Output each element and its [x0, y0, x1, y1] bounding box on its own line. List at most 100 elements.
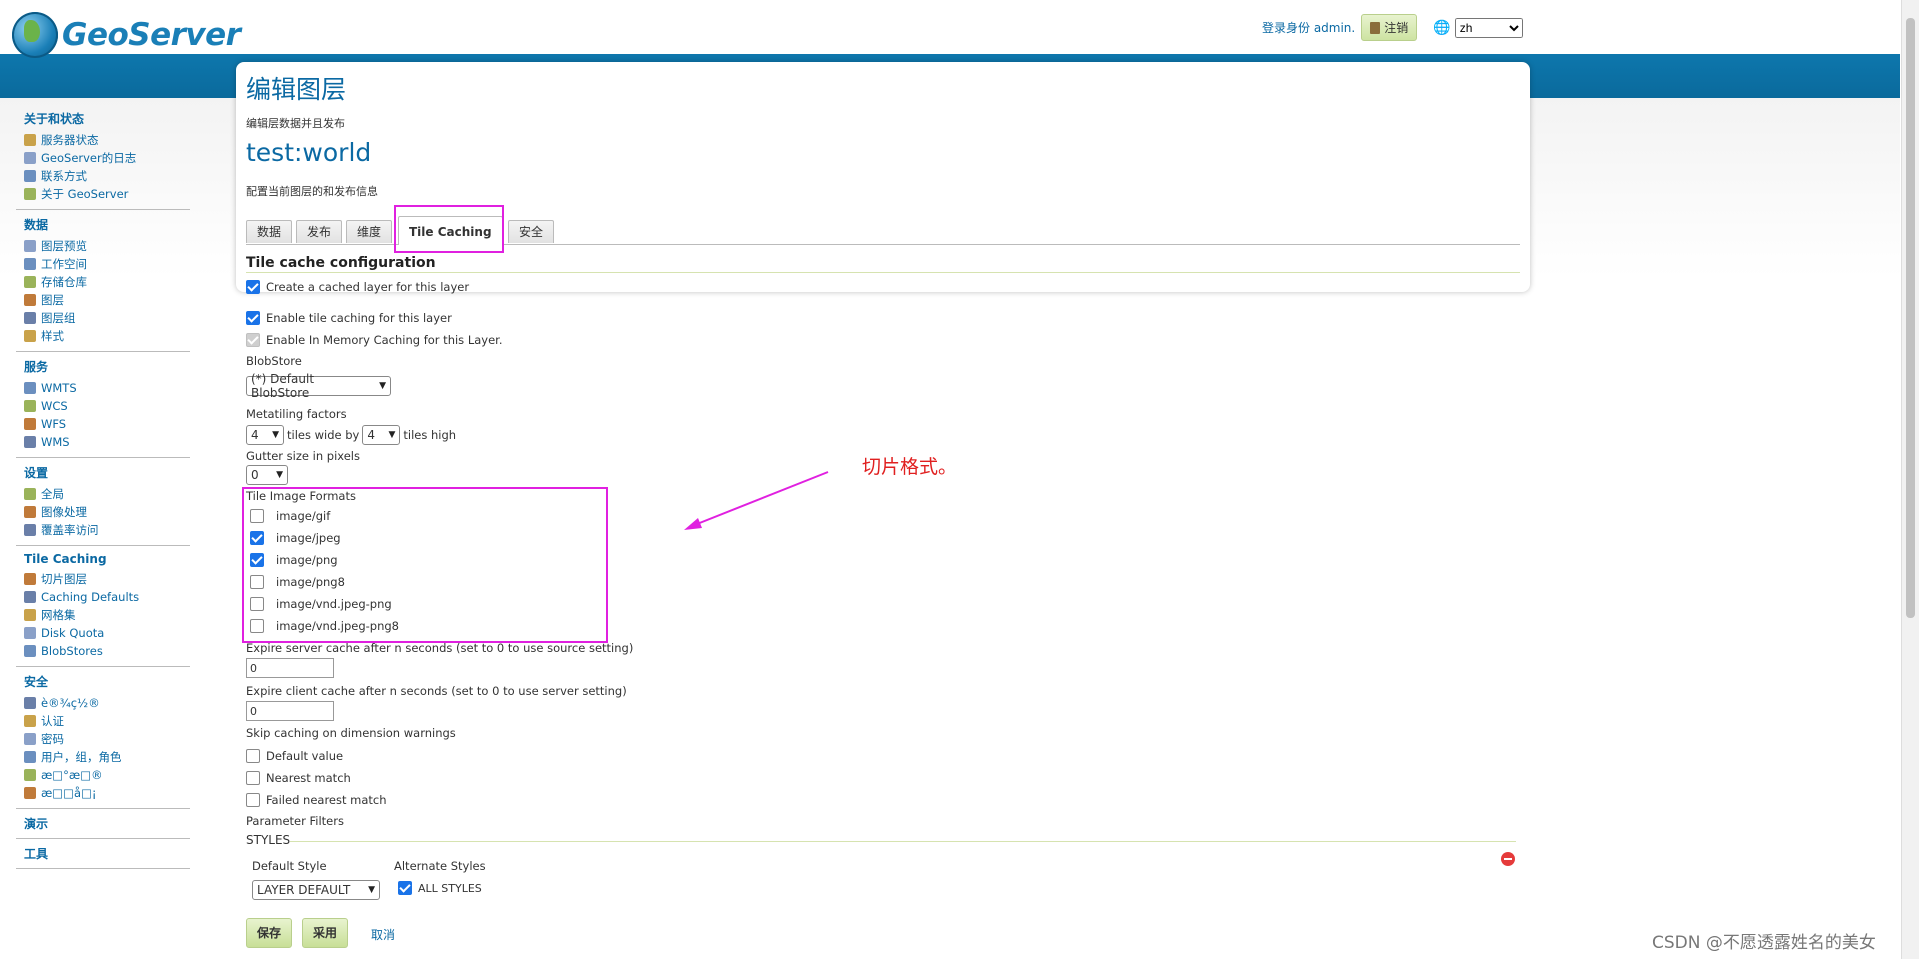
sidebar-item-label: 存储仓库 [41, 275, 87, 289]
sidebar-item[interactable]: 工作空间 [24, 255, 190, 273]
sidebar-item[interactable]: BlobStores [24, 642, 190, 660]
gutter-select[interactable]: 0 ▼ [246, 465, 288, 485]
all-styles-checkbox[interactable] [398, 881, 412, 895]
meta-high-select[interactable]: 4 ▼ [362, 425, 401, 445]
sidebar-item[interactable]: 服务器状态 [24, 131, 190, 149]
tiles-wide-by-label: tiles wide by [287, 428, 360, 442]
sidebar-section-title[interactable]: 演示 [24, 815, 190, 832]
sidebar-section-title[interactable]: 服务 [24, 358, 190, 375]
sidebar-item[interactable]: WCS [24, 397, 190, 415]
sidebar-item-icon [24, 240, 36, 252]
enable-caching-label: Enable tile caching for this layer [266, 311, 452, 325]
default-style-label: Default Style [252, 859, 327, 873]
sidebar-item[interactable]: WFS [24, 415, 190, 433]
sidebar-item[interactable]: 图层 [24, 291, 190, 309]
metatiling-row: 4 ▼ tiles wide by 4 ▼ tiles high [246, 425, 456, 445]
sidebar-item-icon [24, 573, 36, 585]
logout-icon [1370, 21, 1381, 34]
tab-publishing[interactable]: 发布 [296, 220, 343, 243]
sidebar-item[interactable]: 存储仓库 [24, 273, 190, 291]
skip-default-checkbox[interactable] [246, 749, 260, 763]
sidebar-item-label: 切片图层 [41, 572, 87, 586]
user-box: 登录身份 admin. 注销 🌐 zh [1262, 14, 1523, 41]
sidebar-section-tile-caching: Tile Caching 切片图层 Caching Defaults 网格集 Disk … [16, 552, 190, 667]
sidebar-item[interactable]: 样式 [24, 327, 190, 345]
sidebar-item-label: 网格集 [41, 608, 76, 622]
sidebar-section-title[interactable]: 关于和状态 [24, 110, 190, 127]
scrollbar[interactable] [1901, 0, 1919, 959]
skip-nearest-checkbox[interactable] [246, 771, 260, 785]
sidebar-item-icon [24, 751, 36, 763]
sidebar-item-label: 图层组 [41, 311, 76, 325]
chevron-down-icon: ▼ [379, 381, 386, 391]
expire-client-row: 0 [246, 701, 334, 721]
sidebar-item-icon [24, 294, 36, 306]
skip-default-label: Default value [266, 749, 344, 763]
sidebar-section-title[interactable]: Tile Caching [24, 552, 190, 566]
sidebar-item[interactable]: æ□□å□¡ [24, 784, 190, 802]
layer-name: test:world [246, 138, 372, 167]
sidebar-item[interactable]: 联系方式 [24, 167, 190, 185]
expire-client-input[interactable]: 0 [246, 701, 334, 721]
sidebar-item[interactable]: 用户，组，角色 [24, 748, 190, 766]
sidebar-item-label: GeoServer的日志 [41, 151, 137, 165]
sidebar-divider [16, 351, 190, 352]
sidebar-section-title[interactable]: 安全 [24, 673, 190, 690]
save-button[interactable]: 保存 [246, 918, 293, 948]
logout-button[interactable]: 注销 [1361, 14, 1418, 41]
enable-caching-checkbox[interactable] [246, 311, 260, 325]
sidebar-section-title[interactable]: 设置 [24, 464, 190, 481]
blobstore-select[interactable]: (*) Default BlobStore ▼ [246, 372, 391, 400]
sidebar-item[interactable]: 网格集 [24, 606, 190, 624]
sidebar-item[interactable]: 图像处理 [24, 503, 190, 521]
sidebar-item[interactable]: 图层组 [24, 309, 190, 327]
sidebar-section-title[interactable]: 数据 [24, 216, 190, 233]
sidebar-divider [16, 666, 190, 667]
param-filters-label: Parameter Filters [246, 814, 344, 828]
sidebar-item[interactable]: 密码 [24, 730, 190, 748]
sidebar-item-label: 联系方式 [41, 169, 87, 183]
tab-data[interactable]: 数据 [246, 220, 293, 243]
remove-filter-icon[interactable] [1501, 852, 1515, 866]
sidebar-item-icon [24, 627, 36, 639]
globe-small-icon: 🌐 [1433, 19, 1451, 36]
sidebar-item[interactable]: WMS [24, 433, 190, 451]
meta-wide-select[interactable]: 4 ▼ [246, 425, 284, 445]
sidebar-item-label: WCS [41, 399, 68, 413]
create-cached-checkbox[interactable] [246, 280, 260, 294]
expire-server-input[interactable]: 0 [246, 658, 334, 678]
expire-client-label: Expire client cache after n seconds (set… [246, 684, 627, 698]
sidebar-item-label: æ□□å□¡ [41, 786, 97, 800]
sidebar-item[interactable]: WMTS [24, 379, 190, 397]
sidebar-item-icon [24, 645, 36, 657]
sidebar-item[interactable]: 全局 [24, 485, 190, 503]
sidebar-item[interactable]: 关于 GeoServer [24, 185, 190, 203]
sidebar-item[interactable]: 图层预览 [24, 237, 190, 255]
apply-button[interactable]: 采用 [302, 918, 349, 948]
language-select[interactable]: zh [1454, 17, 1523, 38]
sidebar-item-icon [24, 170, 36, 182]
sidebar-item-label: WFS [41, 417, 67, 431]
scrollbar-thumb[interactable] [1906, 18, 1915, 618]
cancel-link[interactable]: 取消 [371, 926, 395, 943]
page-subtitle: 编辑层数据并且发布 [246, 117, 345, 130]
tab-security[interactable]: 安全 [508, 220, 555, 243]
geoserver-logo[interactable]: GeoServer [12, 12, 241, 58]
sidebar-item[interactable]: GeoServer的日志 [24, 149, 190, 167]
sidebar-item[interactable]: æ□°æ□® [24, 766, 190, 784]
sidebar-item[interactable]: è®¾ç½® [24, 694, 190, 712]
page-title: 编辑图层 [246, 75, 347, 104]
sidebar-item[interactable]: 覆盖率访问 [24, 521, 190, 539]
sidebar-item[interactable]: Caching Defaults [24, 588, 190, 606]
sidebar-section-title[interactable]: 工具 [24, 845, 190, 862]
sidebar-item[interactable]: 认证 [24, 712, 190, 730]
default-style-select[interactable]: LAYER DEFAULT ▼ [252, 880, 380, 900]
tab-dimensions[interactable]: 维度 [346, 220, 393, 243]
skip-failed-checkbox[interactable] [246, 793, 260, 807]
in-memory-checkbox [246, 333, 260, 347]
sidebar-item[interactable]: 切片图层 [24, 570, 190, 588]
sidebar-section-services: 服务 WMTS WCS WFS WMS [16, 358, 190, 458]
sidebar-item[interactable]: Disk Quota [24, 624, 190, 642]
sidebar-divider [16, 457, 190, 458]
language-selector[interactable]: 🌐 zh [1433, 17, 1523, 38]
